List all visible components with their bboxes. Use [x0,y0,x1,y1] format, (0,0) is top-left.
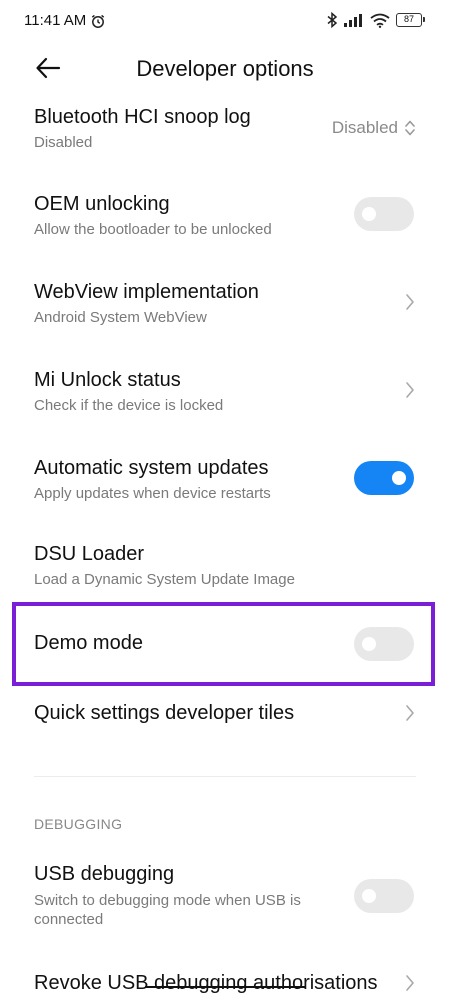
setting-automatic-system-updates[interactable]: Automatic system updates Apply updates w… [0,452,450,516]
setting-subtitle: Android System WebView [34,309,207,326]
setting-subtitle: Disabled [34,134,93,151]
setting-usb-debugging[interactable]: USB debugging Switch to debugging mode w… [0,856,450,936]
setting-subtitle: Apply updates when device restarts [34,485,271,502]
setting-mi-unlock-status[interactable]: Mi Unlock status Check if the device is … [0,364,450,428]
page-title: Developer options [136,56,314,81]
chevron-right-icon [406,975,414,991]
setting-oem-unlocking[interactable]: OEM unlocking Allow the bootloader to be… [0,188,450,252]
setting-demo-mode[interactable]: Demo mode [0,610,450,678]
demo-mode-toggle[interactable] [354,627,414,661]
status-time: 11:41 AM [24,12,87,29]
status-bar: 11:41 AM 87 [0,0,450,44]
setting-subtitle: Load a Dynamic System Update Image [34,571,295,588]
select-value: Disabled [331,118,398,137]
setting-title: Mi Unlock status [34,369,181,391]
battery-indicator: 87 [396,13,425,27]
oem-unlocking-toggle[interactable] [354,197,414,231]
setting-dsu-loader[interactable]: DSU Loader Load a Dynamic System Update … [0,540,450,600]
section-header-debugging: DEBUGGING [34,816,123,832]
setting-revoke-usb-debugging[interactable]: Revoke USB debugging authorisations [0,962,450,999]
wifi-icon [370,13,390,28]
updown-chevron-icon [405,120,415,136]
setting-subtitle: Check if the device is locked [34,397,224,414]
setting-title: Quick settings developer tiles [34,702,295,724]
bluetooth-icon [327,12,338,28]
signal-icon [344,14,362,27]
setting-title: Demo mode [34,632,143,654]
snoop-log-select[interactable]: Disabled [332,118,416,138]
setting-subtitle-line1: Switch to debugging mode when USB is [34,892,301,909]
setting-webview-implementation[interactable]: WebView implementation Android System We… [0,276,450,340]
status-right: 87 [326,12,425,28]
chevron-right-icon [406,382,414,398]
automatic-updates-toggle[interactable] [354,461,414,495]
setting-quick-settings-developer-tiles[interactable]: Quick settings developer tiles [0,694,450,738]
chevron-right-icon [406,294,414,310]
setting-title: Revoke USB debugging authorisations [34,972,378,994]
alarm-clock-icon [92,14,105,28]
section-divider [34,776,416,777]
setting-title: OEM unlocking [34,193,170,215]
app-header: Developer options [0,44,450,94]
setting-title: Bluetooth HCI snoop log [34,106,251,128]
usb-debugging-toggle[interactable] [354,879,414,913]
setting-bluetooth-hci-snoop-log[interactable]: Bluetooth HCI snoop log Disabled Disable… [0,100,450,164]
chevron-right-icon [406,705,414,721]
setting-title: Automatic system updates [34,457,269,479]
battery-level: 87 [403,14,414,24]
setting-subtitle-line2: connected [34,911,104,928]
status-left: 11:41 AM [24,12,106,29]
setting-title: WebView implementation [34,281,259,303]
setting-subtitle: Allow the bootloader to be unlocked [34,221,272,238]
setting-title: USB debugging [34,863,175,885]
setting-title: DSU Loader [34,543,145,565]
annotation-strike-line [145,986,305,988]
